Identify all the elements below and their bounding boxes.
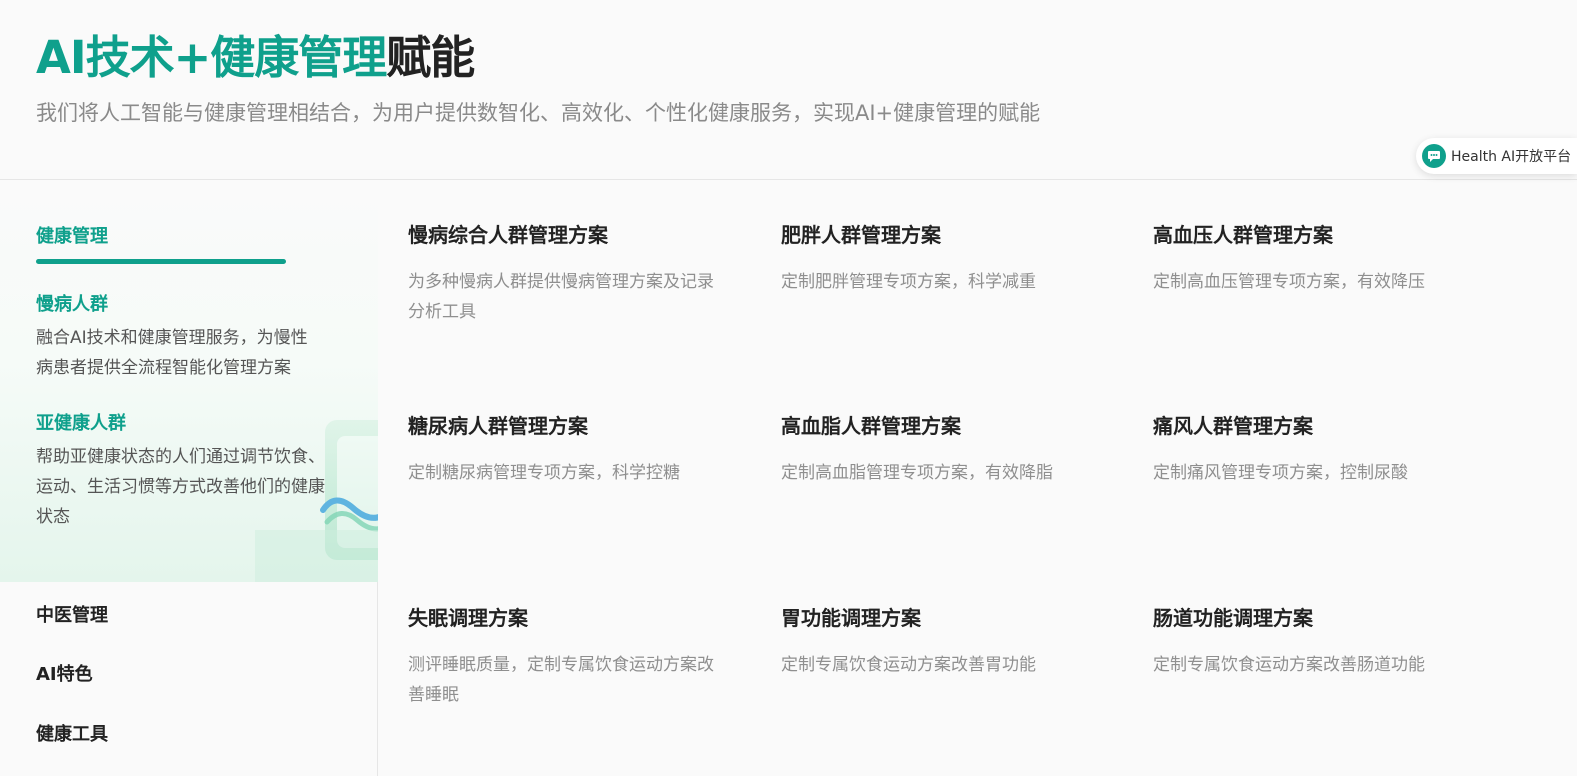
page: AI技术+健康管理赋能 我们将人工智能与健康管理相结合，为用户提供数智化、高效化…	[0, 0, 1577, 776]
card-desc: 定制专属饮食运动方案改善肠道功能	[1153, 655, 1425, 675]
solution-card-obesity[interactable]: 肥胖人群管理方案 定制肥胖管理专项方案，科学减重	[781, 220, 1121, 297]
solution-card-diabetes[interactable]: 糖尿病人群管理方案 定制糖尿病管理专项方案，科学控糖	[408, 411, 748, 488]
hero-banner: AI技术+健康管理赋能 我们将人工智能与健康管理相结合，为用户提供数智化、高效化…	[0, 0, 1577, 180]
solution-card-insomnia[interactable]: 失眠调理方案 测评睡眠质量，定制专属饮食运动方案改善睡眠	[408, 603, 748, 710]
card-desc: 定制痛风管理专项方案，控制尿酸	[1153, 463, 1408, 483]
page-subtitle: 我们将人工智能与健康管理相结合，为用户提供数智化、高效化、个性化健康服务，实现A…	[36, 101, 1041, 125]
solution-grid: 慢病综合人群管理方案 为多种慢病人群提供慢病管理方案及记录分析工具 肥胖人群管理…	[378, 180, 1577, 776]
card-desc: 定制专属饮食运动方案改善胃功能	[781, 655, 1036, 675]
sidebar-item-tcm[interactable]: 中医管理	[36, 601, 108, 627]
active-category-panel[interactable]: 健康管理 慢病人群 融合AI技术和健康管理服务，为慢性病患者提供全流程智能化管理…	[0, 180, 378, 582]
card-title: 高血压人群管理方案	[1153, 223, 1333, 247]
solution-card-gout[interactable]: 痛风人群管理方案 定制痛风管理专项方案，控制尿酸	[1153, 411, 1493, 488]
card-title: 胃功能调理方案	[781, 606, 921, 630]
card-title: 肠道功能调理方案	[1153, 606, 1313, 630]
solution-card-intestine[interactable]: 肠道功能调理方案 定制专属饮食运动方案改善肠道功能	[1153, 603, 1493, 680]
active-tab-indicator	[36, 259, 286, 264]
category-sidebar: 健康管理 慢病人群 融合AI技术和健康管理服务，为慢性病患者提供全流程智能化管理…	[0, 180, 378, 776]
card-title: 肥胖人群管理方案	[781, 223, 941, 247]
card-title: 高血脂人群管理方案	[781, 414, 961, 438]
card-desc: 定制肥胖管理专项方案，科学减重	[781, 272, 1036, 292]
subsection-subhealth-desc: 帮助亚健康状态的人们通过调节饮食、运动、生活习惯等方式改善他们的健康状态	[36, 447, 325, 527]
card-desc: 测评睡眠质量，定制专属饮食运动方案改善睡眠	[408, 655, 714, 705]
page-title: AI技术+健康管理赋能	[36, 30, 475, 86]
solution-card-hyperlipidemia[interactable]: 高血脂人群管理方案 定制高血脂管理专项方案，有效降脂	[781, 411, 1121, 488]
subsection-chronic-title[interactable]: 慢病人群	[36, 290, 108, 316]
page-title-accent: AI技术+健康管理	[36, 31, 387, 84]
subsection-subhealth-title[interactable]: 亚健康人群	[36, 409, 126, 435]
chat-bubble-icon	[1422, 144, 1446, 168]
subsection-chronic-desc: 融合AI技术和健康管理服务，为慢性病患者提供全流程智能化管理方案	[36, 328, 308, 378]
card-title: 慢病综合人群管理方案	[408, 223, 608, 247]
card-title: 痛风人群管理方案	[1153, 414, 1313, 438]
card-desc: 定制糖尿病管理专项方案，科学控糖	[408, 463, 680, 483]
health-ai-platform-chip[interactable]: Health AI开放平台	[1416, 138, 1577, 174]
solution-card-stomach[interactable]: 胃功能调理方案 定制专属饮食运动方案改善胃功能	[781, 603, 1121, 680]
sidebar-item-ai-features[interactable]: AI特色	[36, 660, 93, 686]
card-desc: 为多种慢病人群提供慢病管理方案及记录分析工具	[408, 272, 714, 322]
card-title: 失眠调理方案	[408, 606, 528, 630]
sidebar-item-health-management[interactable]: 健康管理	[36, 222, 108, 248]
card-title: 糖尿病人群管理方案	[408, 414, 588, 438]
solution-card-chronic[interactable]: 慢病综合人群管理方案 为多种慢病人群提供慢病管理方案及记录分析工具	[408, 220, 748, 327]
page-title-rest: 赋能	[386, 31, 475, 84]
health-ai-platform-label: Health AI开放平台	[1451, 149, 1572, 165]
sidebar-item-health-tools[interactable]: 健康工具	[36, 720, 108, 746]
solution-card-hypertension[interactable]: 高血压人群管理方案 定制高血压管理专项方案，有效降压	[1153, 220, 1493, 297]
card-desc: 定制高血压管理专项方案，有效降压	[1153, 272, 1425, 292]
card-desc: 定制高血脂管理专项方案，有效降脂	[781, 463, 1053, 483]
